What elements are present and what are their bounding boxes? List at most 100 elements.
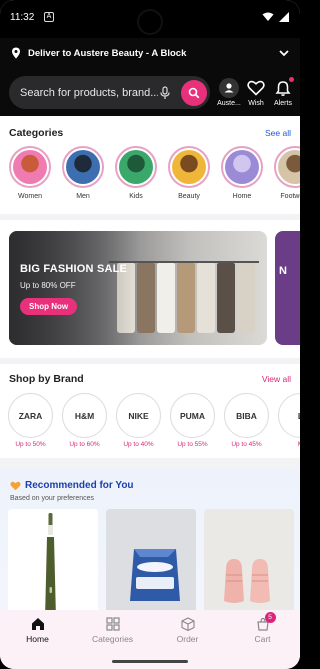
next-promo-banner[interactable]: N: [275, 231, 300, 345]
categories-title: Categories: [9, 127, 64, 139]
category-image: [168, 146, 210, 188]
category-item[interactable]: Women: [8, 146, 52, 200]
app-screen: 11:32 A Deliver to Austere Beauty - A Bl…: [0, 0, 300, 669]
brand-offer: Up to 50%: [15, 441, 46, 448]
category-item[interactable]: Kids: [114, 146, 158, 200]
brand-logo: L: [278, 393, 300, 438]
category-label: Home: [232, 193, 252, 200]
microphone-icon[interactable]: [158, 85, 172, 100]
box-icon: [180, 617, 195, 632]
category-item[interactable]: Men: [61, 146, 105, 200]
nav-home-label: Home: [26, 634, 49, 644]
category-label: Kids: [129, 193, 143, 200]
garment-graphic: [217, 263, 235, 333]
account-button[interactable]: Auste...: [216, 78, 242, 107]
section-divider: [0, 214, 300, 220]
categories-see-all-link[interactable]: See all: [265, 128, 291, 138]
category-image: [274, 146, 300, 188]
brands-list: ZARA Up to 50% H&M Up to 60% NIKE Up to 40% PU…: [8, 393, 300, 448]
nav-order[interactable]: Order: [150, 610, 225, 659]
brand-item[interactable]: H&M Up to 60%: [62, 393, 107, 448]
gesture-bar: [0, 659, 300, 669]
user-icon: [219, 78, 239, 98]
nav-order-label: Order: [176, 634, 199, 644]
status-time: 11:32: [10, 12, 35, 23]
category-image: [221, 146, 263, 188]
alerts-label: Alerts: [274, 100, 292, 107]
banner-subtitle: Up to 80% OFF: [20, 281, 76, 290]
bottom-navigation: Home Categories Order 5 Cart: [0, 610, 300, 659]
brands-title: Shop by Brand: [9, 373, 84, 385]
product-card[interactable]: [106, 509, 196, 619]
brand-offer: Up to 55%: [177, 441, 208, 448]
section-divider: [0, 458, 300, 470]
brand-offer: Up to 40%: [123, 441, 154, 448]
brand-item[interactable]: BIBA Up to 45%: [224, 393, 269, 448]
brand-offer: Up to 45%: [231, 441, 262, 448]
search-button[interactable]: [181, 79, 207, 106]
brand-logo: BIBA: [224, 393, 269, 438]
search-input[interactable]: Search for products, brand...: [20, 87, 158, 99]
nav-categories[interactable]: Categories: [75, 610, 150, 659]
knit-booties-image: [204, 509, 294, 619]
grid-icon: [105, 617, 120, 631]
category-label: Footwear: [280, 193, 300, 200]
sparkle-heart-icon: [10, 481, 21, 490]
nav-categories-label: Categories: [91, 634, 134, 644]
brand-item[interactable]: ZARA Up to 50%: [8, 393, 53, 448]
cart-count-badge: 5: [264, 612, 276, 623]
garment-graphic: [137, 263, 155, 333]
location-text: Deliver to Austere Beauty - A Block: [28, 47, 187, 59]
search-icon: [188, 87, 200, 98]
app-header: Deliver to Austere Beauty - A Block Sear…: [0, 38, 300, 116]
section-divider: [0, 358, 300, 364]
category-label: Beauty: [178, 193, 200, 200]
brand-item[interactable]: LM: [278, 393, 300, 448]
location-pin-icon: [12, 47, 20, 59]
cleaning-tablets-image: [106, 509, 196, 619]
search-bar[interactable]: Search for products, brand...: [9, 76, 210, 109]
alerts-button[interactable]: Alerts: [270, 77, 296, 107]
heart-icon: [247, 80, 265, 96]
bell-icon: [275, 80, 291, 96]
category-image: [62, 146, 104, 188]
brand-logo: H&M: [62, 393, 107, 438]
category-item[interactable]: Footwear: [273, 146, 300, 200]
brand-logo: NIKE: [116, 393, 161, 438]
category-label: Women: [18, 193, 42, 200]
delivery-location[interactable]: Deliver to Austere Beauty - A Block: [10, 44, 290, 62]
recommended-section: Recommended for You Based on your prefer…: [0, 470, 300, 620]
brand-item[interactable]: PUMA Up to 55%: [170, 393, 215, 448]
promo-banner[interactable]: BIG FASHION SALE Up to 80% OFF Shop Now: [9, 231, 267, 345]
garment-graphic: [237, 263, 255, 333]
brand-offer: M: [278, 441, 300, 448]
account-label: Auste...: [217, 100, 241, 107]
chevron-down-icon[interactable]: [278, 47, 290, 59]
recommended-header: Recommended for You: [10, 480, 134, 491]
category-image: [9, 146, 51, 188]
brand-item[interactable]: NIKE Up to 40%: [116, 393, 161, 448]
category-item[interactable]: Beauty: [167, 146, 211, 200]
garment-graphic: [197, 263, 215, 333]
electric-toothbrush-image: [8, 509, 98, 619]
home-icon: [31, 618, 44, 630]
product-card[interactable]: [204, 509, 294, 619]
category-item[interactable]: Home: [220, 146, 264, 200]
recommended-subtitle: Based on your preferences: [10, 495, 95, 502]
garment-graphic: [177, 263, 195, 333]
brands-header: Shop by Brand View all: [9, 373, 291, 385]
nav-cart[interactable]: 5 Cart: [225, 610, 300, 659]
notification-icon: A: [44, 12, 54, 22]
product-card[interactable]: [8, 509, 98, 619]
brands-view-all-link[interactable]: View all: [262, 374, 291, 384]
shop-now-button[interactable]: Shop Now: [20, 298, 78, 315]
brand-logo: ZARA: [8, 393, 53, 438]
header-actions: Auste... Wish Alerts: [216, 77, 296, 107]
status-bar: 11:32 A: [0, 0, 300, 38]
wishlist-button[interactable]: Wish: [243, 78, 269, 107]
categories-list: Women Men Kids Beauty Home Footwear: [8, 146, 300, 200]
wifi-icon: [262, 12, 274, 21]
nav-home[interactable]: Home: [0, 610, 75, 659]
nav-cart-label: Cart: [254, 634, 271, 644]
category-label: Men: [76, 193, 90, 200]
